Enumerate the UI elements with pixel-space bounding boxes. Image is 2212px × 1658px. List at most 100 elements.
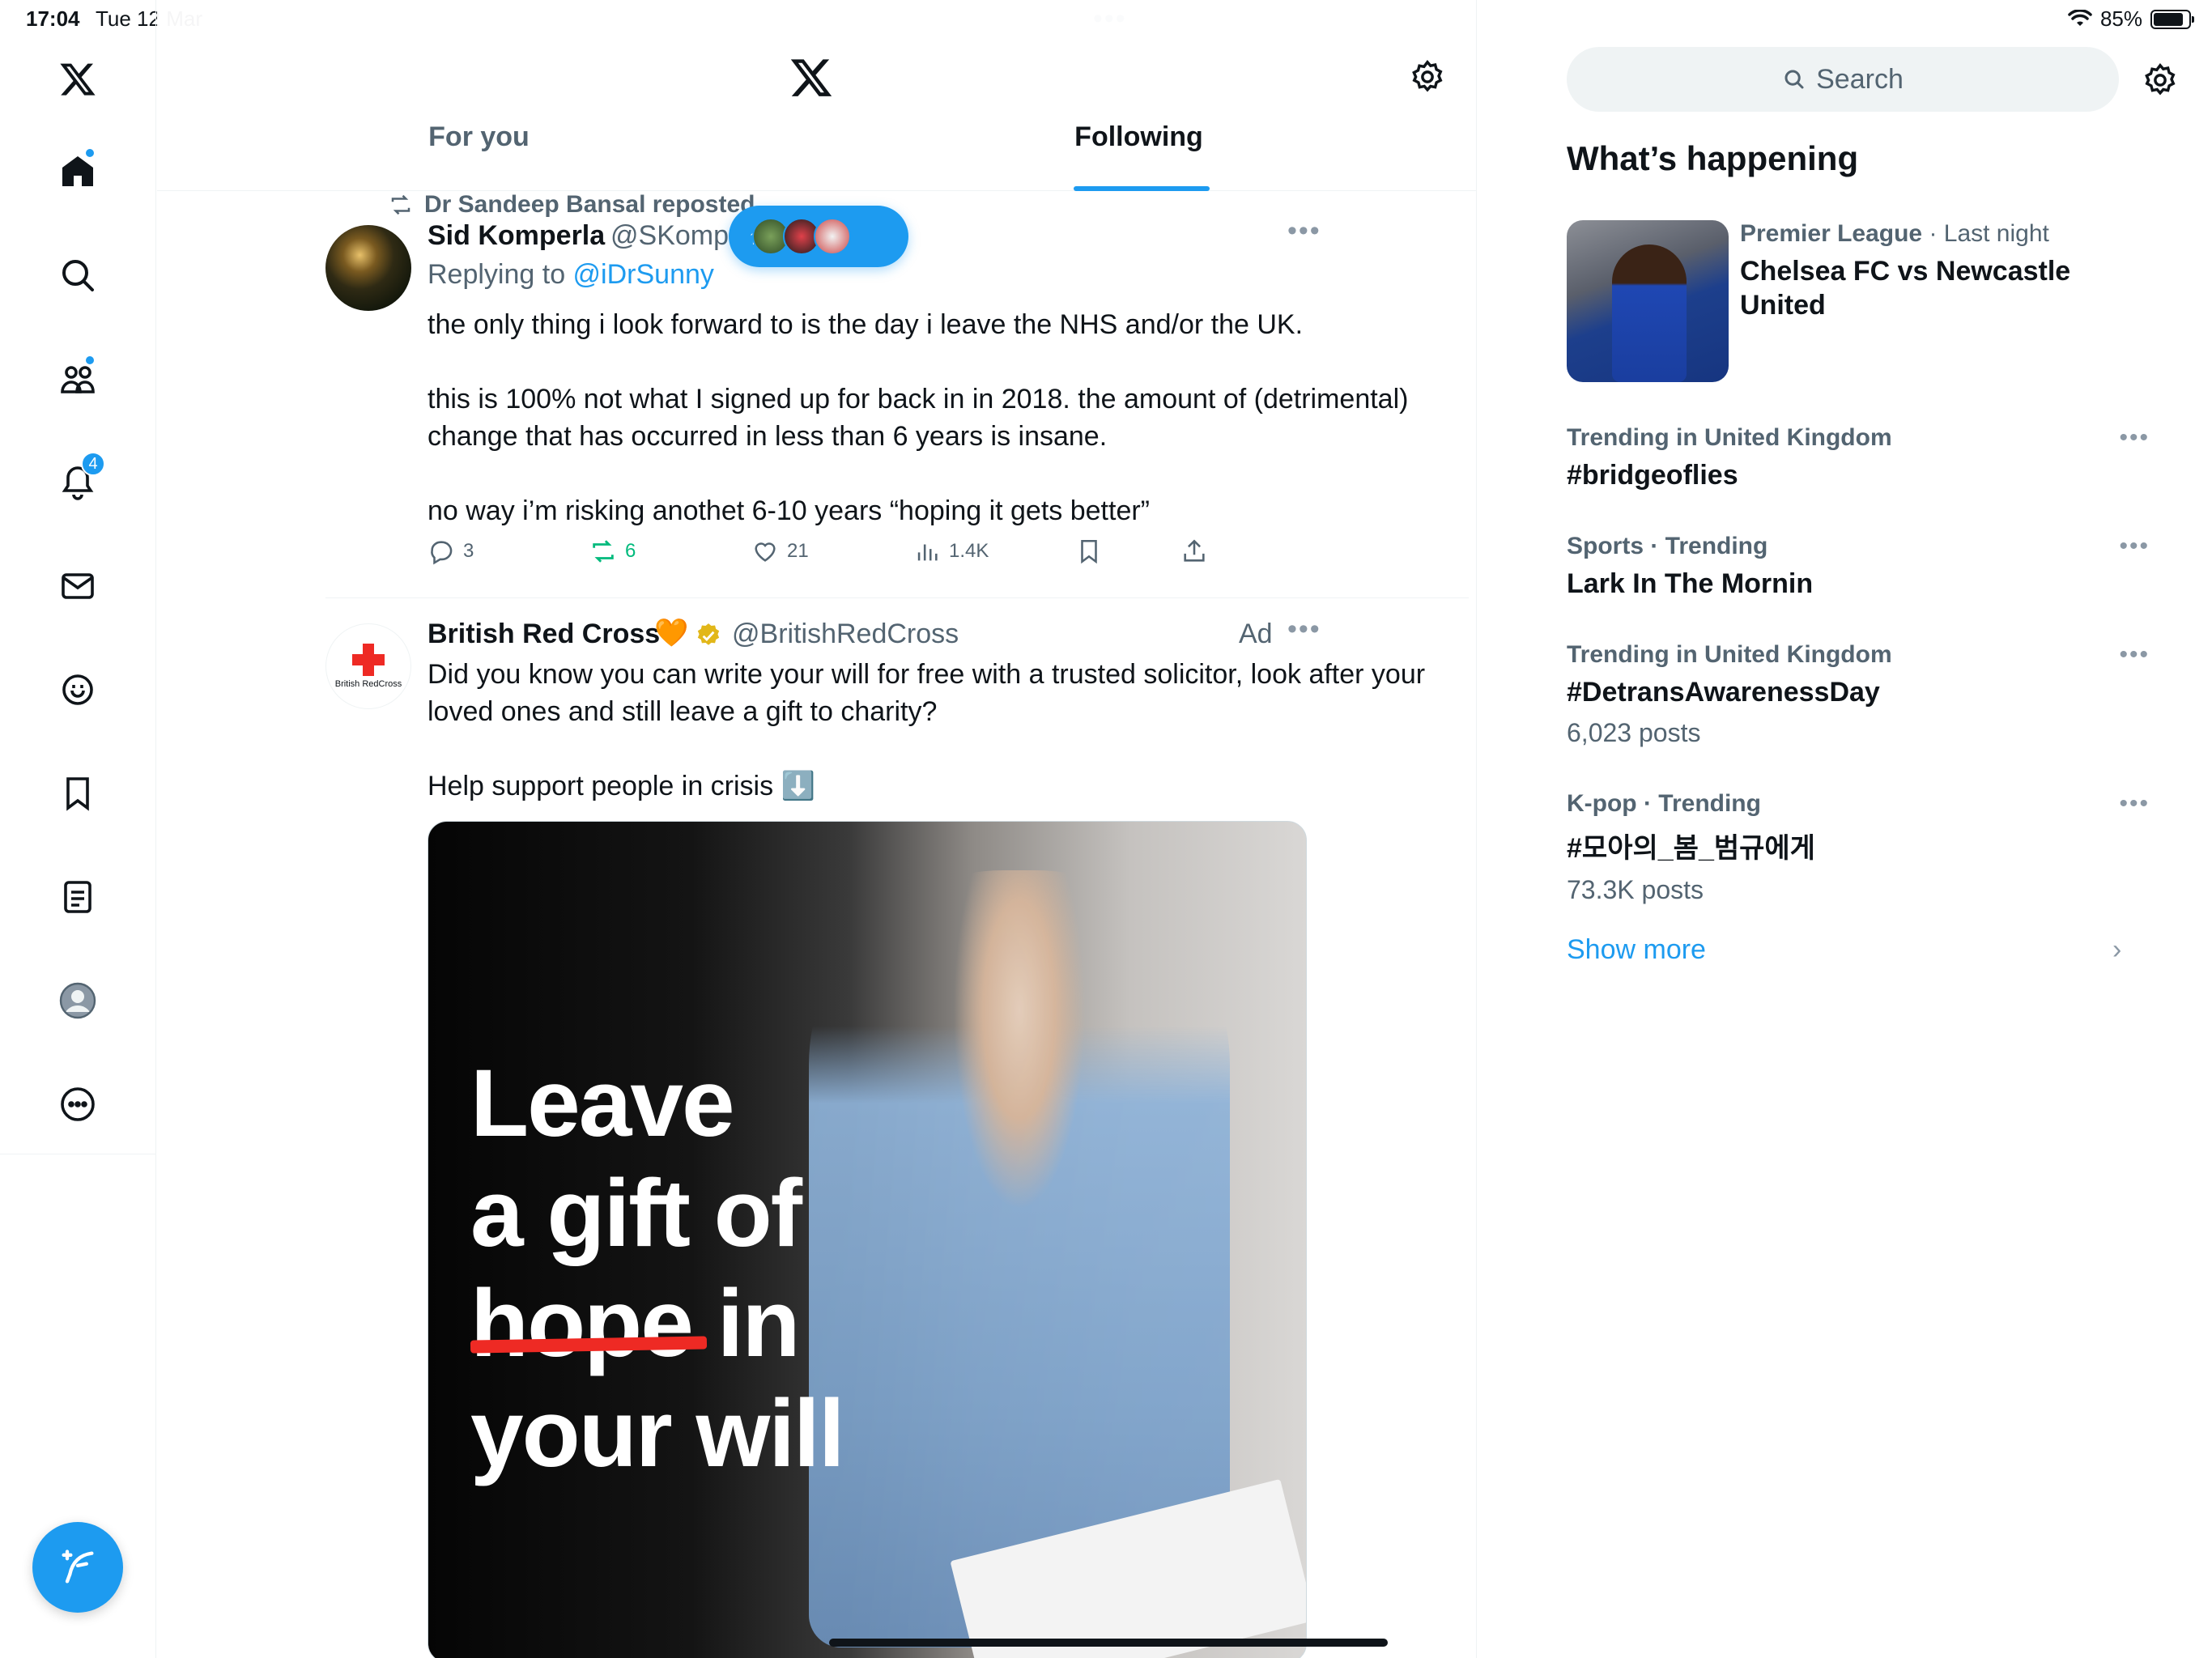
tweet-actions: 3 6 21 1.4K (428, 538, 1476, 570)
x-logo-icon[interactable] (789, 55, 834, 100)
repost-context-text: Dr Sandeep Bansal reposted (424, 191, 755, 218)
news-thumbnail-player (1612, 244, 1687, 382)
tweet-text: the only thing i look forward to is the … (428, 309, 1409, 526)
trend-more-icon[interactable]: ••• (2119, 424, 2150, 452)
news-category: Premier League (1740, 220, 1923, 247)
search-icon[interactable] (52, 249, 104, 301)
ad-headline-line: hope in (470, 1270, 801, 1377)
tweet-divider (325, 597, 1469, 598)
tweet-author-handle[interactable]: @SKompe (610, 220, 744, 252)
trend-item[interactable]: K-pop · Trending #모아의_봄_범규에게 73.3K posts… (1567, 790, 2150, 905)
news-time: · Last night (1922, 220, 2049, 247)
communities-icon[interactable] (52, 353, 104, 405)
tab-following-label: Following (1074, 121, 1203, 152)
right-sidebar: Search What’s happening Premier League ·… (1478, 0, 2212, 1658)
tweet-more-icon[interactable]: ••• (1287, 614, 1321, 645)
home-indicator[interactable] (829, 1639, 1388, 1647)
red-cross-logo-icon (352, 644, 385, 676)
news-title: Chelsea FC vs Newcastle United (1740, 256, 2071, 321)
trend-post-count: 6,023 posts (1567, 718, 1701, 747)
reply-count: 3 (463, 540, 474, 562)
trend-category: K-pop · Trending (1567, 790, 1761, 817)
verified-gold-badge-icon[interactable] (695, 622, 722, 649)
replying-to: Replying to @iDrSunny (428, 259, 714, 291)
home-icon[interactable] (52, 146, 104, 198)
trend-post-count: 73.3K posts (1567, 875, 1704, 904)
repost-count: 6 (625, 540, 636, 562)
tweet-author-handle[interactable]: @BritishRedCross (732, 619, 959, 650)
trend-name: #bridgeoflies (1567, 460, 1738, 491)
trend-category: Trending in United Kingdom (1567, 424, 1892, 451)
replying-to-link[interactable]: @iDrSunny (573, 259, 714, 290)
heart-icon (755, 542, 776, 562)
repost-button[interactable]: 6 (589, 538, 636, 565)
ad-headline-line: your will (470, 1380, 845, 1487)
chevron-right-icon[interactable]: › (2112, 934, 2121, 966)
trend-name: #DetransAwarenessDay (1567, 677, 1880, 708)
main-timeline: For you Following ↑ Dr Sandeep Bansal re… (157, 0, 1477, 1658)
views-button[interactable]: 1.4K (913, 538, 989, 565)
avatar-logo-text: British RedCross (334, 679, 402, 689)
search-input[interactable]: Search (1567, 47, 2119, 112)
messages-icon[interactable] (52, 560, 104, 612)
news-meta: Premier League · Last night (1740, 220, 2049, 248)
like-count: 21 (787, 540, 809, 562)
lists-icon[interactable] (52, 871, 104, 923)
trend-name: Lark In The Mornin (1567, 568, 1814, 599)
home-new-dot (84, 147, 96, 159)
replying-to-prefix: Replying to (428, 259, 573, 290)
trend-item[interactable]: Trending in United Kingdom #bridgeoflies… (1567, 424, 2150, 491)
trend-more-icon[interactable]: ••• (2119, 641, 2150, 669)
compose-post-button[interactable] (32, 1522, 123, 1613)
view-count: 1.4K (949, 540, 989, 562)
tweet-author-name[interactable]: Sid Komperla (428, 220, 605, 252)
active-tab-indicator (1074, 186, 1210, 191)
tweet-author-name[interactable]: British Red Cross (428, 619, 660, 650)
new-posts-pill[interactable]: ↑ (729, 206, 908, 267)
ad-image[interactable]: Leave a gift of hope in your will (428, 821, 1307, 1658)
repost-icon (391, 194, 410, 215)
ad-image-headline: Leave a gift of hope in your will (470, 1048, 845, 1489)
whats-happening-title: What’s happening (1567, 139, 1859, 177)
search-placeholder: Search (1816, 63, 1904, 95)
bookmarks-icon[interactable] (52, 767, 104, 819)
ad-label: Ad (1239, 619, 1273, 649)
avatar[interactable]: British RedCross (325, 623, 411, 709)
trend-more-icon[interactable]: ••• (2119, 533, 2150, 560)
like-button[interactable]: 21 (751, 538, 809, 565)
tweet-text: Did you know you can write your will for… (428, 659, 1426, 801)
trend-name: #모아의_봄_범규에게 (1567, 833, 1815, 864)
timeline-settings-gear-icon[interactable] (1409, 58, 1446, 96)
x-logo-icon[interactable] (52, 53, 104, 105)
tweet-more-icon[interactable]: ••• (1287, 215, 1321, 247)
news-thumbnail (1567, 220, 1729, 382)
show-more-link[interactable]: Show more (1567, 934, 1706, 966)
timeline-header: For you Following (157, 0, 1476, 191)
tab-for-you[interactable]: For you (157, 121, 801, 191)
tab-following[interactable]: Following (801, 121, 1476, 191)
more-icon[interactable] (52, 1078, 104, 1130)
reply-icon (431, 541, 453, 565)
trend-item[interactable]: Trending in United Kingdom #DetransAware… (1567, 641, 2150, 748)
side-navigation: 4 (0, 0, 156, 1658)
share-icon (1184, 539, 1205, 562)
notifications-icon[interactable]: 4 (52, 452, 105, 507)
orange-heart-emoji: 🧡 (654, 618, 689, 648)
search-icon (1784, 70, 1804, 89)
explore-settings-gear-icon[interactable] (2142, 62, 2179, 99)
trend-item[interactable]: Sports · Trending Lark In The Mornin ••• (1567, 533, 2150, 600)
bookmark-button[interactable] (1075, 538, 1103, 565)
repost-icon (593, 540, 614, 563)
grok-icon[interactable] (52, 664, 104, 716)
profile-icon[interactable] (52, 975, 104, 1027)
repost-context[interactable]: Dr Sandeep Bansal reposted (389, 191, 755, 219)
bookmark-icon (1081, 539, 1097, 564)
share-button[interactable] (1180, 538, 1208, 565)
trend-category: Sports · Trending (1567, 533, 1768, 559)
compose-feather-icon (62, 1550, 94, 1584)
views-chart-icon (917, 544, 938, 561)
communities-new-dot (84, 355, 96, 366)
avatar[interactable] (325, 225, 411, 311)
reply-button[interactable]: 3 (428, 538, 474, 565)
trend-more-icon[interactable]: ••• (2119, 790, 2150, 818)
